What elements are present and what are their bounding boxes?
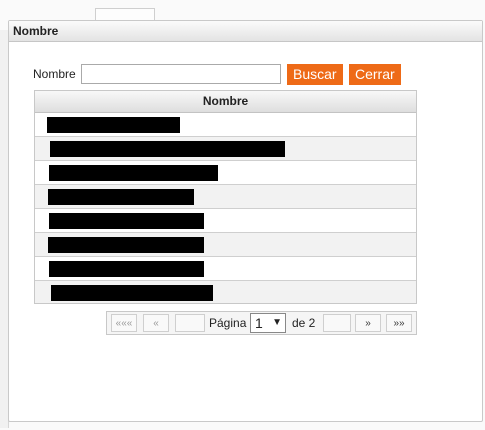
table-row[interactable] <box>35 113 416 137</box>
pager-separator <box>323 314 351 332</box>
redacted-name <box>48 237 204 253</box>
table-row[interactable] <box>35 233 416 257</box>
table-row[interactable] <box>35 137 416 161</box>
table-row[interactable] <box>35 209 416 233</box>
pager: ««« « Página 1 ▼ de 2 » »» <box>106 311 417 335</box>
redacted-name <box>49 213 204 229</box>
cerrar-button[interactable]: Cerrar <box>349 64 401 85</box>
search-dialog: Nombre Nombre Buscar Cerrar Nombre ««« «… <box>8 20 483 422</box>
redacted-name <box>50 141 285 157</box>
table-row[interactable] <box>35 185 416 209</box>
pager-separator <box>175 314 205 332</box>
buscar-button[interactable]: Buscar <box>287 64 343 85</box>
dialog-title: Nombre <box>9 21 482 42</box>
next-page-button[interactable]: » <box>355 314 381 332</box>
page-select[interactable]: 1 ▼ <box>250 313 286 333</box>
page-label: Página <box>209 316 247 330</box>
search-input[interactable] <box>81 64 281 84</box>
results-grid: Nombre <box>34 90 417 304</box>
redacted-name <box>49 165 218 181</box>
table-row[interactable] <box>35 281 416 303</box>
page-count-label: de 2 <box>292 316 316 330</box>
redacted-name <box>47 117 180 133</box>
column-header-nombre[interactable]: Nombre <box>35 91 416 113</box>
prev-page-button[interactable]: « <box>143 314 169 332</box>
redacted-name <box>48 189 194 205</box>
redacted-name <box>51 285 213 301</box>
table-row[interactable] <box>35 161 416 185</box>
page-select-value: 1 <box>255 315 263 331</box>
last-page-button[interactable]: »» <box>386 314 412 332</box>
redacted-name <box>49 261 204 277</box>
search-label: Nombre <box>33 67 76 81</box>
table-row[interactable] <box>35 257 416 281</box>
first-page-button[interactable]: ««« <box>111 314 137 332</box>
chevron-down-icon: ▼ <box>272 317 282 328</box>
